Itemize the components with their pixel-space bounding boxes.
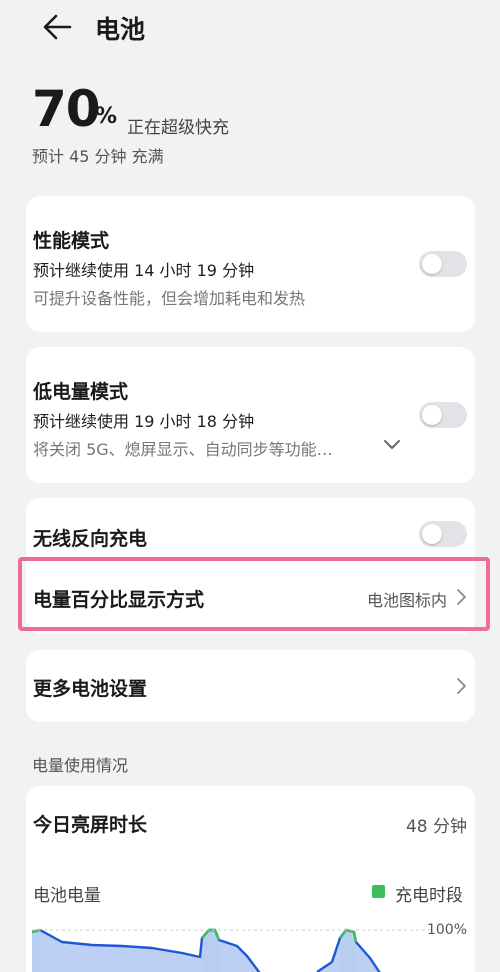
app-header: 电池: [0, 0, 500, 56]
battery-level-graph: [32, 928, 432, 972]
battery-percent-sign: %: [95, 104, 118, 129]
usage-section-label: 电量使用情况: [32, 756, 129, 775]
wireless-reverse-toggle[interactable]: [419, 521, 467, 547]
screen-on-label: 今日亮屏时长: [33, 814, 148, 836]
battery-level-label: 电池电量: [33, 886, 101, 906]
performance-mode-toggle[interactable]: [419, 251, 467, 277]
charging-status: 正在超级快充: [127, 118, 229, 138]
usage-card: 今日亮屏时长 48 分钟 电池电量 充电时段 100%: [26, 786, 475, 972]
toggle-knob: [422, 524, 442, 544]
y-axis-max-label: 100%: [426, 922, 467, 938]
performance-mode-title: 性能模式: [33, 230, 110, 252]
more-settings-title: 更多电池设置: [33, 678, 148, 700]
screen-on-value: 48 分钟: [405, 817, 467, 837]
full-charge-estimate: 预计 45 分钟 充满: [32, 147, 164, 166]
battery-percent: 70: [32, 80, 101, 138]
performance-mode-card: 性能模式 预计继续使用 14 小时 19 分钟 可提升设备性能，但会增加耗电和发…: [26, 196, 475, 332]
chevron-right-icon: [457, 678, 466, 694]
charging-legend-swatch: [372, 885, 385, 898]
more-settings-card[interactable]: 更多电池设置: [26, 650, 475, 722]
performance-mode-estimate: 预计继续使用 14 小时 19 分钟: [33, 261, 255, 280]
page-title: 电池: [95, 15, 146, 44]
back-arrow-icon[interactable]: [40, 12, 74, 42]
performance-mode-description: 可提升设备性能，但会增加耗电和发热: [33, 289, 306, 308]
chevron-down-icon[interactable]: [383, 439, 401, 451]
low-power-mode-card: 低电量模式 预计继续使用 19 小时 18 分钟 将关闭 5G、熄屏显示、自动同…: [26, 347, 475, 483]
wireless-reverse-title: 无线反向充电: [33, 528, 148, 550]
low-power-mode-title: 低电量模式: [33, 381, 129, 403]
highlight-frame: [18, 557, 490, 631]
low-power-mode-estimate: 预计继续使用 19 小时 18 分钟: [33, 412, 255, 431]
toggle-knob: [422, 254, 442, 274]
toggle-knob: [422, 405, 442, 425]
low-power-mode-toggle[interactable]: [419, 402, 467, 428]
charging-legend-label: 充电时段: [395, 886, 463, 906]
low-power-mode-description: 将关闭 5G、熄屏显示、自动同步等功能…: [33, 440, 333, 459]
